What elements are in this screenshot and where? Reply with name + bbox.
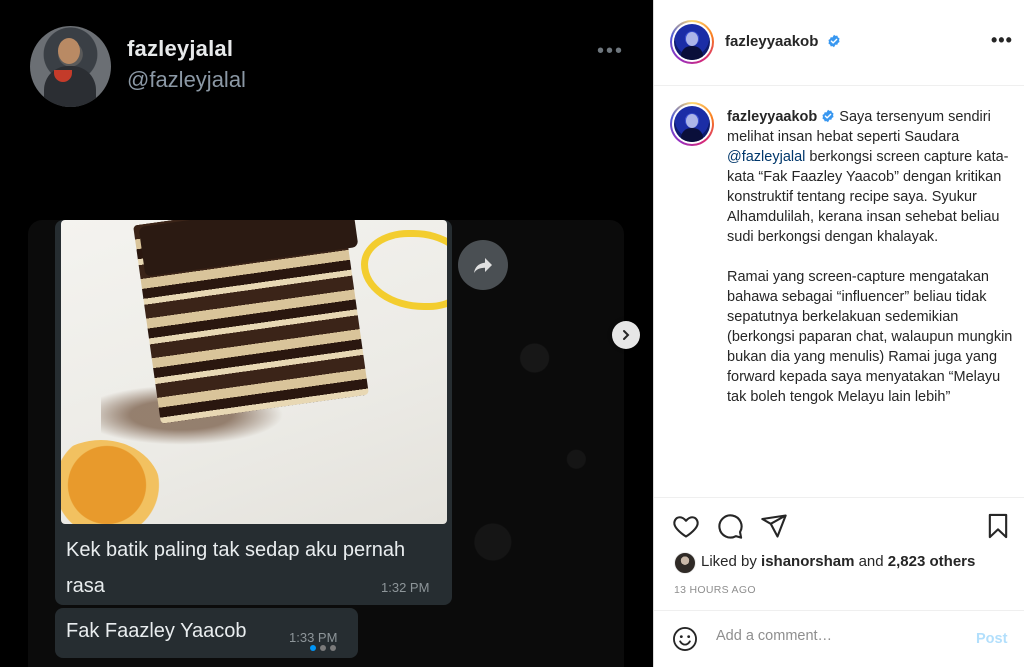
likes-others-link[interactable]: 2,823 others	[888, 553, 976, 570]
heart-icon[interactable]	[672, 512, 700, 540]
author-username-link[interactable]: fazleyyaakob	[725, 33, 841, 50]
liked-by-avatar[interactable]	[674, 552, 696, 574]
actions-section: Liked by ishanorsham and 2,823 others 13…	[654, 497, 1024, 617]
post-details-panel: fazleyyaakob ••• fazleyyaakob Saya terse…	[653, 0, 1024, 667]
caption: fazleyyaakob Saya tersenyum sendiri meli…	[727, 107, 1015, 427]
likes-middle: and	[854, 553, 888, 570]
smiley-icon[interactable]	[672, 626, 698, 652]
comment-box: Post	[654, 610, 1024, 667]
liked-by-user-link[interactable]: ishanorsham	[761, 553, 854, 570]
tweet-handle: @fazleyjalal	[127, 67, 246, 92]
tweet-avatar	[30, 26, 111, 107]
carousel-dot	[310, 645, 316, 651]
chevron-right-icon	[623, 330, 630, 340]
post-header: fazleyyaakob •••	[654, 0, 1024, 86]
cake-photo	[61, 220, 447, 524]
caption-text-2: Ramai yang screen-capture mengatakan bah…	[727, 269, 1013, 405]
carousel-dot	[320, 645, 326, 651]
chat-time-2: 1:33 PM	[289, 630, 338, 645]
share-icon[interactable]	[760, 512, 788, 540]
author-username[interactable]: fazleyyaakob	[725, 33, 818, 50]
tweet-display-name: fazleyjalal	[127, 36, 234, 61]
caption-mention-link[interactable]: @fazleyjalal	[727, 149, 805, 165]
verified-badge-icon	[828, 34, 840, 48]
author-avatar[interactable]	[670, 20, 714, 64]
comment-input[interactable]	[716, 628, 966, 644]
caption-author-avatar[interactable]	[670, 102, 714, 146]
caption-username[interactable]: fazleyyaakob	[727, 109, 817, 125]
more-options-icon[interactable]: •••	[991, 30, 1013, 51]
post-timestamp[interactable]: 13 HOURS AGO	[674, 584, 756, 596]
carousel-next-button[interactable]	[612, 321, 640, 349]
likes-prefix: Liked by	[701, 553, 762, 570]
forward-icon	[458, 240, 508, 290]
caption-scroll-area[interactable]: fazleyyaakob Saya tersenyum sendiri meli…	[654, 87, 1024, 497]
bookmark-icon[interactable]	[984, 512, 1012, 540]
post-comment-button[interactable]: Post	[976, 631, 1007, 647]
likes-summary: Liked by ishanorsham and 2,823 others	[701, 553, 975, 570]
tweet-more-icon: •••	[597, 40, 625, 62]
carousel-indicator	[310, 645, 336, 651]
post-media[interactable]: fazleyjalal @fazleyjalal ••• 😅 Kek batik…	[0, 0, 653, 667]
carousel-dot	[330, 645, 336, 651]
verified-badge-icon	[822, 109, 834, 123]
tweet-emoji: 😅	[32, 146, 64, 179]
chat-message-2: Fak Faazley Yaacob	[66, 620, 247, 642]
comment-icon[interactable]	[716, 512, 744, 540]
chat-time-1: 1:32 PM	[381, 580, 430, 595]
